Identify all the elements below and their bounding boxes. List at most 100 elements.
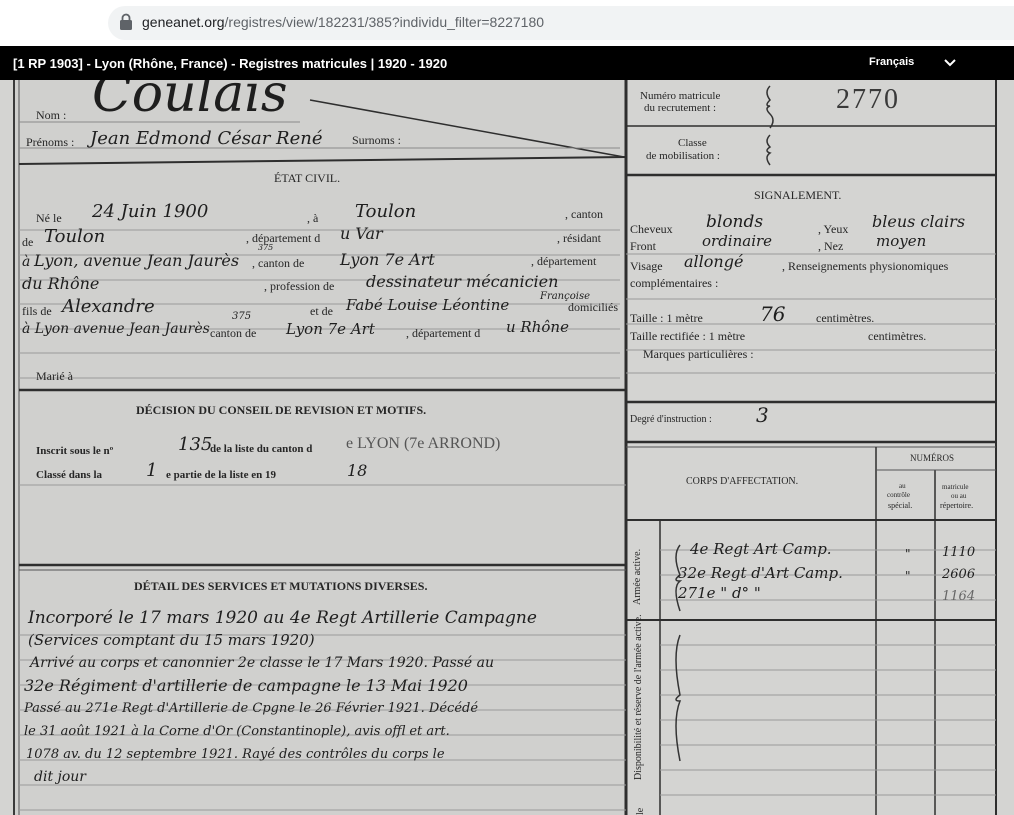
ne-le-value: 24 Juin 1900 bbox=[92, 201, 209, 222]
signalement-heading: SIGNALEMENT. bbox=[754, 188, 842, 202]
browser-url-bar: geneanet.org/registres/view/182231/385?i… bbox=[0, 0, 1014, 46]
services-line-2: (Services comptant du 15 mars 1920) bbox=[28, 631, 315, 649]
classe-dans-value: 1 bbox=[146, 460, 158, 481]
renseignements-label: , Renseignements physionomiques bbox=[782, 259, 949, 273]
affectation-controle-1: " bbox=[905, 547, 911, 561]
affectation-controle-2: " bbox=[905, 569, 911, 583]
taille-rectifiee-label: Taille rectifiée : 1 mètre bbox=[630, 329, 746, 343]
canton-label: , canton bbox=[565, 207, 603, 221]
fils-de-value: Alexandre bbox=[62, 296, 155, 317]
degre-label: Degré d'instruction : bbox=[630, 414, 712, 425]
profession-value: dessinateur mécanicien bbox=[366, 272, 559, 291]
partie-year: 18 bbox=[347, 461, 368, 480]
decision-heading: DÉCISION DU CONSEIL DE REVISION ET MOTIF… bbox=[136, 403, 427, 417]
numeros-heading: NUMÉROS bbox=[910, 453, 955, 463]
affectation-matricule-2: 2606 bbox=[942, 567, 976, 582]
front-label: Front bbox=[630, 239, 657, 253]
services-line-4: 32e Régiment d'artillerie de campagne le… bbox=[24, 676, 468, 695]
nez-value: moyen bbox=[876, 232, 927, 250]
services-line-3: Arrivé au corps et canonnier 2e classe l… bbox=[30, 655, 494, 671]
complementaires-label: complémentaires : bbox=[630, 276, 719, 290]
departement2-value: du Rhône bbox=[22, 274, 100, 293]
affectation-corps-2: 32e Regt d'Art Camp. bbox=[678, 564, 843, 582]
services-line-6: le 31 août 1921 à la Corne d'Or (Constan… bbox=[24, 724, 450, 739]
et-de-value: Fabé Louise Léontine bbox=[346, 296, 510, 314]
taille-label: Taille : 1 mètre bbox=[630, 311, 703, 325]
centimetres-label: centimètres. bbox=[816, 311, 875, 325]
et-de-label: et de bbox=[310, 304, 333, 318]
classe-label-1: Classe bbox=[678, 137, 707, 149]
parents-number: 375 bbox=[232, 311, 252, 322]
visage-value: allongé bbox=[684, 252, 744, 271]
classe-dans-label: Classé dans la bbox=[36, 469, 103, 481]
degre-value: 3 bbox=[756, 403, 769, 427]
col-matricule-3: répertoire. bbox=[940, 501, 974, 510]
ne-le-label: Né le bbox=[36, 211, 62, 225]
affectation-matricule-1: 1110 bbox=[942, 545, 976, 560]
surnoms-label: Surnoms : bbox=[352, 133, 402, 147]
inscrit-label: Inscrit sous le nº bbox=[36, 445, 114, 457]
canton-de2-label: canton de bbox=[210, 326, 257, 340]
front-value: ordinaire bbox=[702, 232, 773, 250]
a-label: , à bbox=[307, 211, 319, 225]
services-line-7: 1078 av. du 12 septembre 1921. Rayé des … bbox=[26, 747, 445, 762]
classe-label-2: de mobilisation : bbox=[646, 150, 720, 162]
yeux-value: bleus clairs bbox=[872, 212, 966, 231]
viewer-title-bar: [1 RP 1903] - Lyon (Rhône, France) - Reg… bbox=[0, 46, 1014, 80]
affectation-corps-1: 4e Regt Art Camp. bbox=[690, 540, 832, 558]
partie-label: e partie de la liste en 19 bbox=[166, 469, 276, 481]
a2-value: Lyon, avenue Jean Jaurès bbox=[34, 251, 240, 270]
services-line-8: dit jour bbox=[34, 769, 86, 785]
departement3-value: u Rhône bbox=[506, 318, 569, 336]
prenoms-label: Prénoms : bbox=[26, 135, 75, 149]
armee-active-label: Armée active. bbox=[632, 548, 643, 605]
services-heading: DÉTAIL DES SERVICES ET MUTATIONS DIVERSE… bbox=[134, 579, 428, 593]
canton-de2-value: Lyon 7e Art bbox=[286, 320, 375, 338]
resident-label: , résidant bbox=[557, 231, 601, 245]
numero-label-1: Numéro matricule bbox=[640, 90, 721, 102]
marques-label: Marques particulières : bbox=[643, 347, 754, 361]
a-value: Toulon bbox=[355, 201, 417, 222]
services-line-1: Incorporé le 17 mars 1920 au 4e Regt Art… bbox=[28, 608, 537, 628]
de-label: de bbox=[22, 235, 34, 249]
domicilies-label: domiciliés bbox=[568, 300, 618, 314]
fils-de-label: fils de bbox=[22, 304, 52, 318]
taille-value: 76 bbox=[760, 302, 786, 326]
corps-heading: CORPS D'AFFECTATION. bbox=[686, 476, 799, 487]
numero-value: 2770 bbox=[836, 84, 900, 115]
language-selector[interactable]: Français bbox=[869, 56, 914, 68]
col-controle-2: contrôle bbox=[887, 491, 910, 499]
yeux-label: , Yeux bbox=[818, 222, 849, 236]
col-matricule-2: ou au bbox=[951, 492, 967, 500]
departement3-label: , département d bbox=[406, 326, 481, 340]
col-controle-1: au bbox=[899, 482, 906, 490]
de-value: Toulon bbox=[44, 226, 106, 247]
nom-value: Coulais bbox=[92, 80, 288, 124]
visage-label: Visage bbox=[630, 259, 663, 273]
a2-prefix: à bbox=[22, 254, 31, 270]
col-matricule-1: matricule bbox=[942, 483, 969, 491]
canton-de-value: Lyon 7e Art bbox=[340, 250, 435, 269]
document-viewer[interactable]: Coulais Nom : Prénoms : Jean Edmond Césa… bbox=[0, 80, 1014, 815]
numero-label-2: du recrutement : bbox=[644, 102, 717, 114]
affectation-matricule-3: 1164 bbox=[942, 589, 976, 604]
register-title: [1 RP 1903] - Lyon (Rhône, France) - Reg… bbox=[13, 56, 448, 71]
cheveux-label: Cheveux bbox=[630, 222, 673, 236]
departement2-label: , département bbox=[531, 254, 597, 268]
etat-civil-heading: ÉTAT CIVIL. bbox=[274, 171, 341, 185]
chevron-down-icon[interactable] bbox=[942, 56, 958, 70]
parents-a-value: à Lyon avenue Jean Jaurès bbox=[22, 321, 210, 337]
services-line-5: Passé au 271e Regt d'Artillerie de Cpgne… bbox=[24, 701, 479, 716]
affectation-corps-3: 271e " d° " bbox=[678, 584, 761, 602]
liste-canton-value: e LYON (7e ARROND) bbox=[346, 435, 501, 452]
a2-number: 375 bbox=[258, 243, 274, 252]
col-controle-3: spécial. bbox=[888, 501, 913, 510]
profession-label: , profession de bbox=[264, 279, 335, 293]
url-text[interactable]: geneanet.org/registres/view/182231/385?i… bbox=[142, 14, 544, 30]
departement-value: u Var bbox=[340, 224, 383, 243]
canton-de-label: , canton de bbox=[252, 256, 305, 270]
nez-label: , Nez bbox=[818, 239, 844, 253]
nom-label: Nom : bbox=[36, 108, 67, 122]
lock-icon bbox=[120, 13, 132, 30]
marie-label: Marié à bbox=[36, 369, 73, 383]
